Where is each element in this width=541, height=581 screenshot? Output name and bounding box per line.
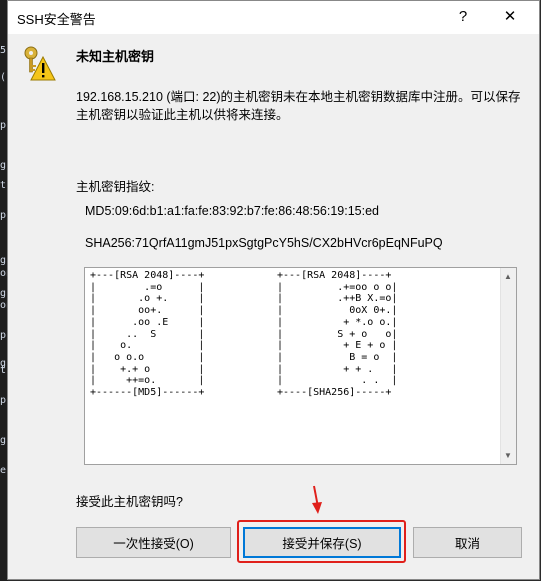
ssh-security-warning-dialog: SSH安全警告 ? ✕ 未知主机密钥 192.168.15.210 (端口: 2… [7,0,540,580]
background-text: g [0,288,7,299]
annotation-highlight-box [237,520,406,563]
background-text: p [0,330,7,341]
background-text: p [0,395,7,406]
scroll-up-arrow-icon[interactable]: ▲ [504,272,512,281]
background-text: 5 [0,45,7,56]
background-text: e [0,465,7,476]
sha256-randomart: +---[RSA 2048]----+ | .+=oo o o| | .++B … [277,270,398,399]
background-text: p [0,210,7,221]
sha256-fingerprint: SHA256:71QrfA11gmJ51pxSgtgPcY5hS/CX2bHVc… [85,236,443,250]
title-bar[interactable]: SSH安全警告 ? ✕ [8,1,539,34]
background-text: p [0,120,7,131]
help-button[interactable]: ? [446,4,480,30]
cancel-button[interactable]: 取消 [413,527,522,558]
md5-randomart: +---[RSA 2048]----+ | .=o | | .o +. | | … [90,270,205,399]
background-text: g [0,435,7,446]
close-button[interactable]: ✕ [493,4,527,30]
scroll-down-arrow-icon[interactable]: ▼ [504,451,512,460]
accept-once-button[interactable]: 一次性接受(O) [76,527,231,558]
md5-fingerprint: MD5:09:6d:b1:a1:fa:fe:83:92:b7:fe:86:48:… [85,204,379,218]
background-text: t [0,180,7,191]
dialog-title: SSH安全警告 [17,12,96,27]
background-text: ( [0,72,7,83]
vertical-scrollbar[interactable]: ▲ ▼ [500,268,516,464]
background-text: t [0,365,7,376]
key-warning-icon [24,46,56,81]
fingerprint-label: 主机密钥指纹: [76,180,155,194]
dialog-heading: 未知主机密钥 [76,49,155,64]
background-text: g [0,160,7,171]
annotation-arrow-icon [312,485,322,514]
accept-question: 接受此主机密钥吗? [76,495,183,509]
warning-message: 192.168.15.210 (端口: 22)的主机密钥未在本地主机密钥数据库中… [76,90,521,122]
background-text: g [0,255,7,266]
randomart-box: +---[RSA 2048]----+ | .=o | | .o +. | | … [84,267,517,465]
